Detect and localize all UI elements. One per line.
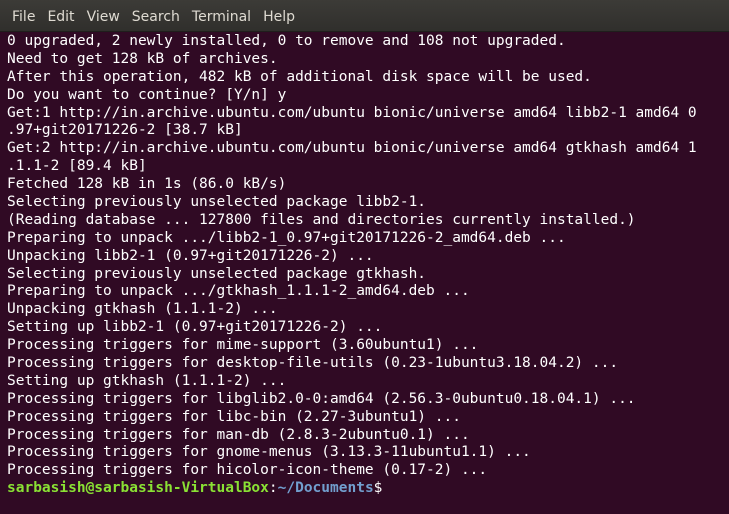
terminal-line: After this operation, 482 kB of addition… xyxy=(7,68,592,85)
terminal-line: .1.1-2 [89.4 kB] xyxy=(7,158,147,175)
terminal-line: Setting up libb2-1 (0.97+git20171226-2) … xyxy=(7,319,383,336)
terminal-line: Processing triggers for desktop-file-uti… xyxy=(7,355,619,372)
prompt-separator: : xyxy=(268,480,278,497)
terminal-line: Preparing to unpack .../gtkhash_1.1.1-2_… xyxy=(7,283,470,300)
terminal-line: Setting up gtkhash (1.1.1-2) ... xyxy=(7,372,287,389)
terminal-line: Processing triggers for mime-support (3.… xyxy=(7,337,479,354)
terminal-line: Processing triggers for gnome-menus (3.1… xyxy=(7,444,531,461)
prompt-symbol: $ xyxy=(373,480,383,497)
menu-bar: File Edit View Search Terminal Help xyxy=(0,0,729,32)
terminal-line: Preparing to unpack .../libb2-1_0.97+git… xyxy=(7,229,566,246)
menu-terminal[interactable]: Terminal xyxy=(186,0,257,32)
terminal-line: Need to get 128 kB of archives. xyxy=(7,50,278,67)
terminal-line: Processing triggers for man-db (2.8.3-2u… xyxy=(7,426,470,443)
terminal-line: Get:1 http://in.archive.ubuntu.com/ubunt… xyxy=(7,104,697,121)
terminal-line: Processing triggers for hicolor-icon-the… xyxy=(7,462,488,479)
prompt-user-host: sarbasish@sarbasish-VirtualBox xyxy=(7,480,269,497)
menu-search[interactable]: Search xyxy=(126,0,186,32)
terminal-line: (Reading database ... 127800 files and d… xyxy=(7,211,636,228)
terminal-output[interactable]: 0 upgraded, 2 newly installed, 0 to remo… xyxy=(0,32,729,514)
terminal-line: .97+git20171226-2 [38.7 kB] xyxy=(7,122,243,139)
menu-view[interactable]: View xyxy=(81,0,126,32)
terminal-line: Selecting previously unselected package … xyxy=(7,194,427,211)
terminal-line: Get:2 http://in.archive.ubuntu.com/ubunt… xyxy=(7,140,697,157)
terminal-line: Unpacking gtkhash (1.1.1-2) ... xyxy=(7,301,278,318)
menu-edit[interactable]: Edit xyxy=(41,0,80,32)
terminal-line: Unpacking libb2-1 (0.97+git20171226-2) .… xyxy=(7,247,374,264)
terminal-line: 0 upgraded, 2 newly installed, 0 to remo… xyxy=(7,33,566,49)
menu-file[interactable]: File xyxy=(6,0,41,32)
terminal-line: Fetched 128 kB in 1s (86.0 kB/s) xyxy=(7,176,287,193)
shell-prompt[interactable]: sarbasish@sarbasish-VirtualBox:~/Documen… xyxy=(7,480,729,498)
terminal-line: Do you want to continue? [Y/n] y xyxy=(7,86,287,103)
prompt-path: ~/Documents xyxy=(277,480,374,497)
terminal-line: Processing triggers for libglib2.0-0:amd… xyxy=(7,390,636,407)
menu-help[interactable]: Help xyxy=(257,0,301,32)
terminal-line: Selecting previously unselected package … xyxy=(7,265,427,282)
terminal-line: Processing triggers for libc-bin (2.27-3… xyxy=(7,408,461,425)
